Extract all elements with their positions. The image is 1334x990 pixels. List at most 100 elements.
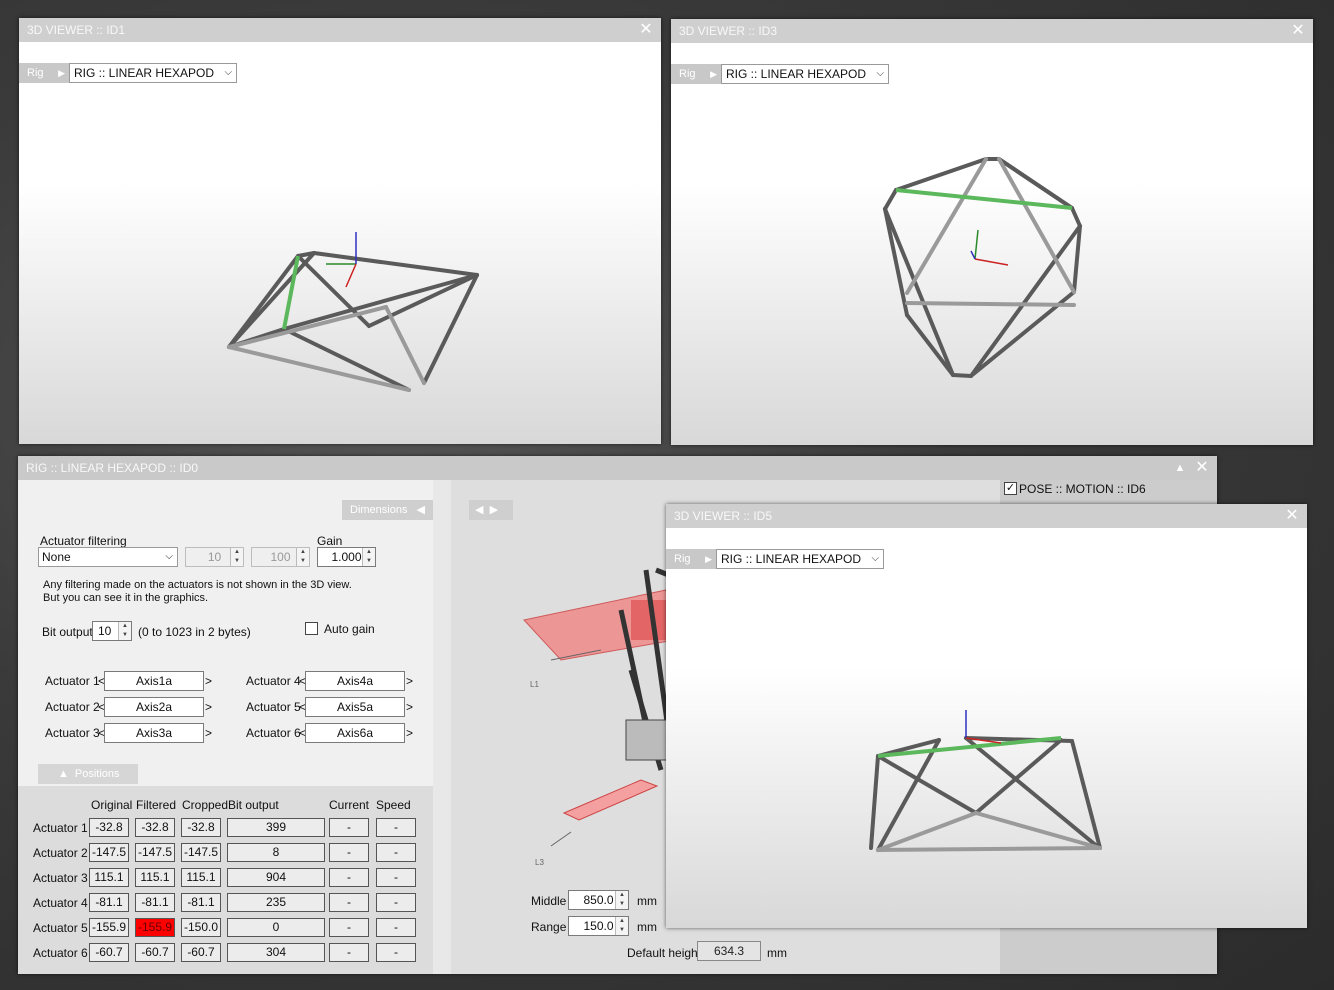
middle-value: 850.0	[583, 893, 614, 907]
actuator-label: Actuator 6	[246, 726, 301, 740]
cell-current: -	[329, 843, 369, 862]
positions-table: Original Filtered Cropped Bit output Cur…	[18, 786, 433, 974]
row-label: Actuator 6	[33, 946, 88, 960]
cell-bit: 0	[227, 918, 325, 937]
cell-bit: 235	[227, 893, 325, 912]
col-header: Filtered	[136, 798, 177, 812]
gt-arrow[interactable]: >	[406, 674, 413, 688]
cell-original: -32.8	[89, 818, 129, 837]
filter-param1-input[interactable]: 10 ▲ ▼	[185, 547, 244, 567]
hexapod-model	[883, 157, 1082, 378]
cell-filtered: -81.1	[135, 893, 175, 912]
chevron-up-icon: ▲	[58, 768, 69, 780]
cell-current: -	[329, 868, 369, 887]
gt-arrow[interactable]: >	[406, 726, 413, 740]
cell-filtered: -155.9	[135, 918, 175, 937]
auto-gain-checkbox[interactable]	[305, 622, 318, 635]
range-label: Range	[531, 920, 567, 934]
positions-tab-label: Positions	[74, 768, 120, 780]
gain-value: 1.000	[331, 550, 362, 564]
dimensions-tab[interactable]: Dimensions ◀	[342, 500, 433, 520]
gt-arrow[interactable]: >	[205, 700, 212, 714]
cell-bit: 399	[227, 818, 325, 837]
pose-checkbox[interactable]: ✓	[1004, 482, 1017, 495]
range-unit: mm	[637, 920, 657, 934]
viewport-3d[interactable]: Rig ▶ RIG :: LINEAR HEXAPOD ⌵	[666, 528, 1307, 928]
cell-cropped: -81.1	[181, 893, 221, 912]
cell-filtered: -60.7	[135, 943, 175, 962]
axis-input[interactable]: Axis6a	[305, 723, 405, 743]
viewport-3d[interactable]: Rig ▶ RIG :: LINEAR HEXAPOD ⌵	[19, 42, 661, 444]
bit-output-hint: (0 to 1023 in 2 bytes)	[138, 625, 251, 639]
close-icon[interactable]: ✕	[1193, 458, 1211, 478]
rig-panel-title: RIG :: LINEAR HEXAPOD :: ID0	[18, 456, 1217, 480]
default-height-unit: mm	[767, 946, 787, 960]
cell-cropped: 115.1	[181, 868, 221, 887]
gt-arrow[interactable]: >	[205, 674, 212, 688]
col-header: Bit output	[228, 798, 279, 812]
range-input[interactable]: 150.0 ▲ ▼	[568, 916, 629, 936]
cell-filtered: -32.8	[135, 818, 175, 837]
filtering-note-1: Any filtering made on the actuators is n…	[43, 579, 352, 591]
spinner-icon[interactable]: ▲ ▼	[230, 548, 243, 566]
gt-arrow[interactable]: >	[205, 726, 212, 740]
cell-current: -	[329, 818, 369, 837]
actuator-label: Actuator 3	[45, 726, 100, 740]
cell-filtered: -147.5	[135, 843, 175, 862]
spinner-icon[interactable]: ▲ ▼	[118, 622, 131, 640]
spinner-icon[interactable]: ▲ ▼	[362, 548, 375, 566]
viewer-window-id5: 3D VIEWER :: ID5 ✕ Rig ▶ RIG :: LINEAR HE…	[666, 504, 1307, 928]
middle-unit: mm	[637, 894, 657, 908]
axis-input[interactable]: Axis3a	[104, 723, 204, 743]
default-height-label: Default height	[627, 946, 702, 960]
cell-speed: -	[376, 943, 416, 962]
cell-cropped: -147.5	[181, 843, 221, 862]
col-header: Original	[91, 798, 133, 812]
actuator-label: Actuator 5	[246, 700, 301, 714]
pose-label: POSE :: MOTION :: ID6	[1019, 482, 1146, 496]
positions-tab[interactable]: ▲ Positions	[38, 764, 138, 784]
hexapod-model	[227, 232, 479, 392]
axis-input[interactable]: Axis5a	[305, 697, 405, 717]
row-label: Actuator 1	[33, 821, 88, 835]
gain-input[interactable]: 1.000 ▲ ▼	[317, 547, 376, 567]
cell-original: -81.1	[89, 893, 129, 912]
cell-current: -	[329, 918, 369, 937]
gt-arrow[interactable]: >	[406, 700, 413, 714]
close-icon[interactable]: ✕	[1283, 506, 1301, 526]
actuator-label: Actuator 2	[45, 700, 100, 714]
axis-input[interactable]: Axis2a	[104, 697, 204, 717]
cell-original: 115.1	[89, 868, 129, 887]
close-icon[interactable]: ✕	[1289, 21, 1307, 41]
middle-input[interactable]: 850.0 ▲ ▼	[568, 890, 629, 910]
cell-speed: -	[376, 868, 416, 887]
filter-param2-input[interactable]: 100 ▲ ▼	[251, 547, 310, 567]
viewport-3d[interactable]: Rig ▶ RIG :: LINEAR HEXAPOD ⌵	[671, 43, 1313, 445]
cell-bit: 304	[227, 943, 325, 962]
row-label: Actuator 3	[33, 871, 88, 885]
col-header: Current	[329, 798, 370, 812]
spinner-icon[interactable]: ▲ ▼	[296, 548, 309, 566]
filtering-note-2: But you can see it in the graphics.	[43, 592, 209, 604]
cell-speed: -	[376, 893, 416, 912]
bit-output-input[interactable]: 10 ▲ ▼	[92, 621, 132, 641]
bit-output-label: Bit output	[42, 625, 93, 639]
collapse-icon[interactable]: ▲	[1173, 458, 1187, 478]
chevron-down-icon: ⌵	[165, 551, 173, 562]
spinner-icon[interactable]: ▲ ▼	[615, 917, 628, 935]
viewer-title: 3D VIEWER :: ID5	[666, 504, 1307, 528]
chevron-left-icon: ◀	[416, 504, 425, 516]
filtering-select[interactable]: None ⌵	[38, 547, 178, 567]
cell-speed: -	[376, 918, 416, 937]
cell-current: -	[329, 943, 369, 962]
viewer-title: 3D VIEWER :: ID3	[671, 19, 1313, 43]
settings-panel: Dimensions ◀ Actuator filtering None ⌵ 1…	[18, 480, 433, 974]
spinner-icon[interactable]: ▲ ▼	[615, 891, 628, 909]
actuator-label: Actuator 1	[45, 674, 100, 688]
bit-output-value: 10	[98, 624, 112, 638]
axis-input[interactable]: Axis4a	[305, 671, 405, 691]
close-icon[interactable]: ✕	[637, 20, 655, 40]
axis-input[interactable]: Axis1a	[104, 671, 204, 691]
cell-bit: 8	[227, 843, 325, 862]
default-height-value: 634.3	[697, 941, 761, 961]
